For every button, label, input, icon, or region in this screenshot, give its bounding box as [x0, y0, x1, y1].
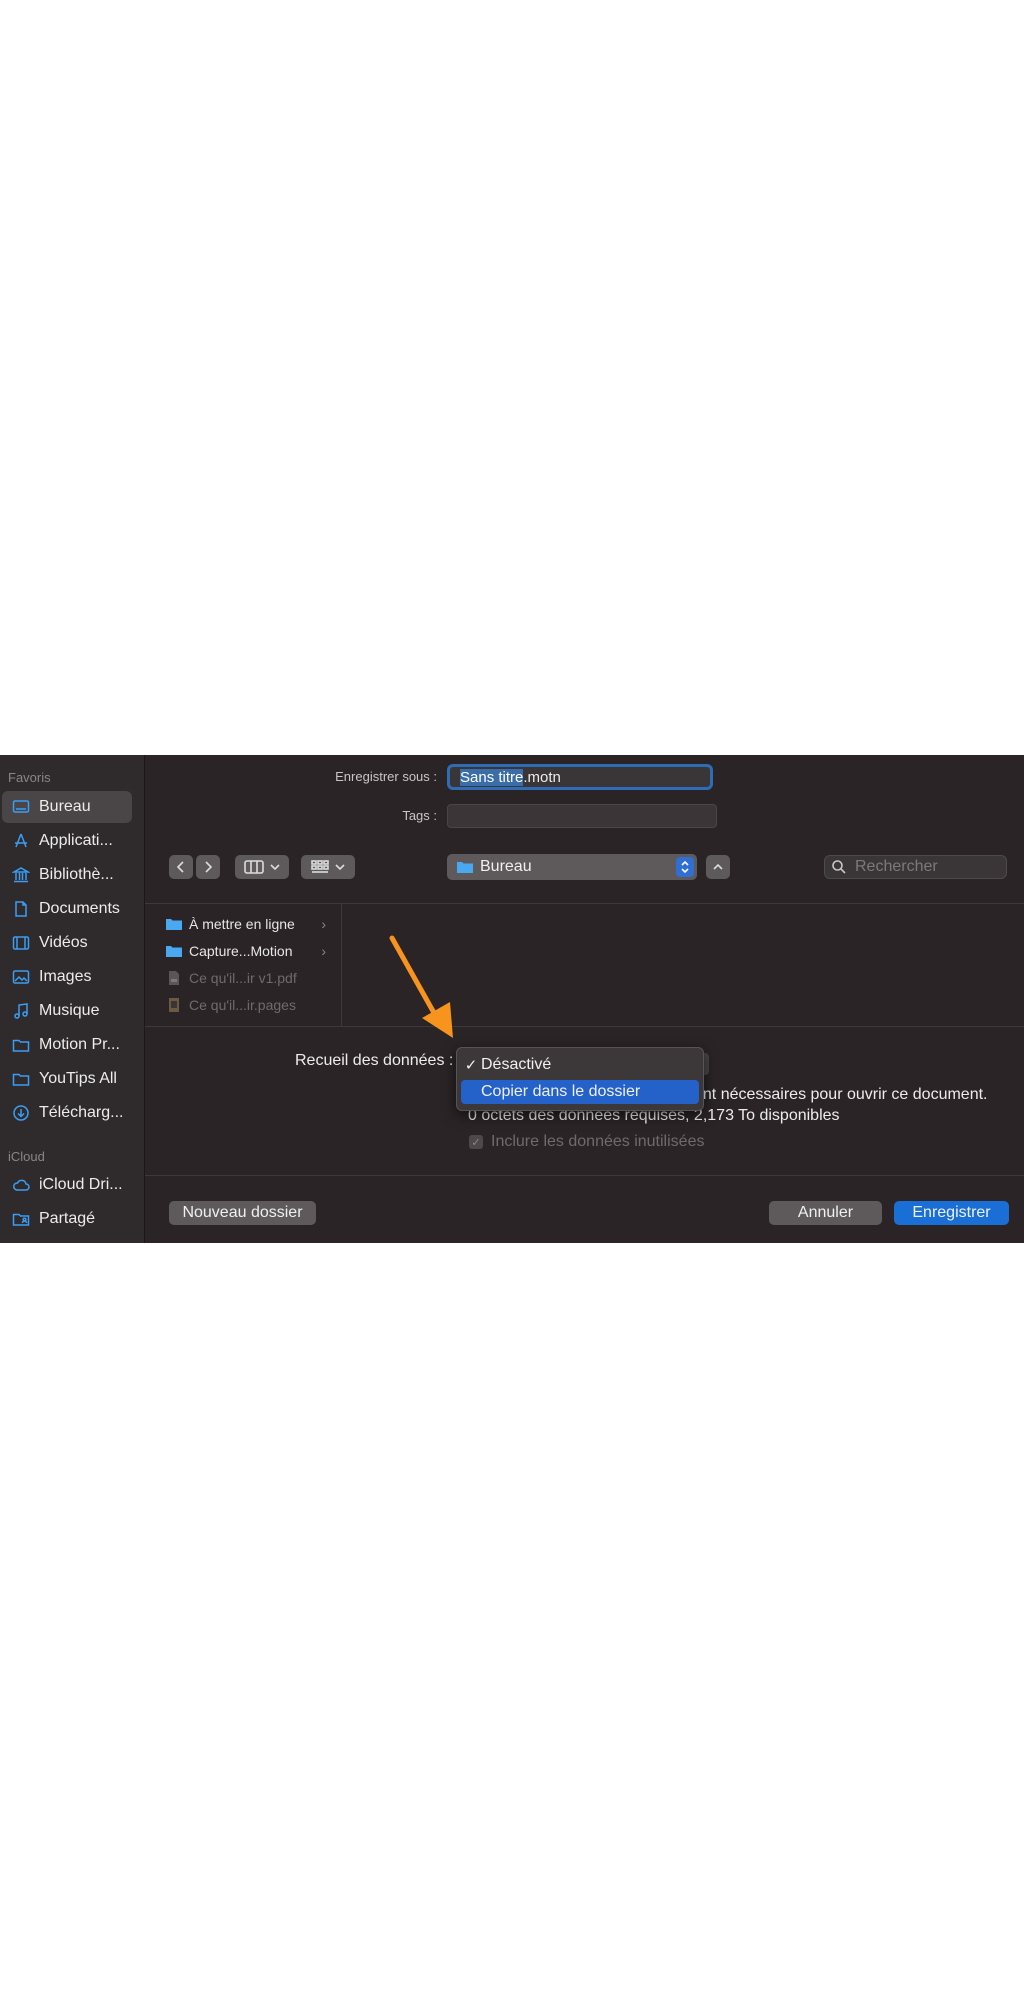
film-icon [11, 933, 31, 953]
sidebar-item-youtips[interactable]: YouTips All [2, 1063, 132, 1095]
sidebar-item-images[interactable]: Images [2, 961, 132, 993]
sidebar-section-icloud: iCloud [8, 1149, 45, 1164]
sidebar-item-music[interactable]: Musique [2, 995, 132, 1027]
sidebar-item-shared[interactable]: Partagé [2, 1203, 132, 1235]
file-name: À mettre en ligne [189, 916, 295, 932]
sidebar-item-label: Applicati... [39, 832, 113, 849]
search-placeholder: Rechercher [855, 858, 938, 875]
file-row-folder[interactable]: À mettre en ligne › [165, 912, 340, 936]
grid-icon [311, 860, 329, 873]
sidebar-item-label: Vidéos [39, 934, 88, 951]
file-name: Capture...Motion [189, 943, 293, 959]
include-unused-label: Inclure les données inutilisées [491, 1133, 705, 1150]
chevron-down-icon [335, 864, 345, 871]
search-field[interactable]: Rechercher [824, 855, 1007, 879]
divider [145, 1175, 1024, 1176]
sidebar-item-label: Motion Pr... [39, 1036, 120, 1053]
divider [145, 903, 1024, 904]
sidebar-item-label: iCloud Dri... [39, 1176, 123, 1193]
sidebar-item-bureau[interactable]: Bureau [2, 791, 132, 823]
collect-data-menu: ✓ Désactivé Copier dans le dossier [456, 1047, 704, 1111]
desktop-icon [11, 797, 31, 817]
file-row-pdf: Ce qu'il...ir v1.pdf [165, 966, 340, 990]
library-icon [11, 865, 31, 885]
sidebar-item-label: Bibliothè... [39, 866, 114, 883]
chevron-right-icon: › [321, 943, 326, 959]
folder-icon [166, 919, 182, 930]
view-columns-button[interactable] [235, 855, 289, 879]
sidebar-item-label: Documents [39, 900, 120, 917]
info-text-line1: ont nécessaires pour ouvrir ce document. [694, 1086, 988, 1103]
cloud-icon [11, 1175, 31, 1195]
menu-item-label: Copier dans le dossier [481, 1083, 641, 1100]
main-panel: Enregistrer sous : Sans titre .motn Tags … [145, 755, 1024, 1243]
folder-icon [11, 1069, 31, 1089]
location-label: Bureau [480, 858, 532, 875]
sidebar-item-downloads[interactable]: Télécharg... [2, 1097, 132, 1129]
file-name: Ce qu'il...ir v1.pdf [189, 970, 297, 986]
applications-icon [11, 831, 31, 851]
column-divider[interactable] [341, 904, 342, 1026]
folder-icon [457, 862, 473, 873]
file-name: Ce qu'il...ir.pages [189, 997, 296, 1013]
sidebar-item-label: Bureau [39, 798, 91, 815]
music-icon [11, 1001, 31, 1021]
pages-file-icon [169, 998, 179, 1012]
sidebar-item-documents[interactable]: Documents [2, 893, 132, 925]
checkmark-icon: ✓ [464, 1057, 478, 1074]
save-as-label: Enregistrer sous : [335, 769, 437, 784]
filename-input[interactable]: Sans titre .motn [447, 764, 713, 790]
folder-icon [11, 1035, 31, 1055]
location-popup[interactable]: Bureau [447, 854, 697, 880]
filename-selected-text: Sans titre [460, 768, 524, 786]
tags-input[interactable] [447, 804, 717, 828]
chevron-down-icon [270, 864, 280, 871]
sidebar-item-motion[interactable]: Motion Pr... [2, 1029, 132, 1061]
expand-collapse-button[interactable] [706, 855, 730, 879]
folder-icon [166, 946, 182, 957]
chevron-right-icon [205, 861, 213, 873]
sidebar-section-favorites: Favoris [8, 770, 51, 785]
download-icon [11, 1103, 31, 1123]
sidebar-item-label: Images [39, 968, 92, 985]
sidebar-item-label: YouTips All [39, 1070, 117, 1087]
photo-icon [11, 967, 31, 987]
checkbox-checked-icon: ✓ [469, 1135, 483, 1149]
sidebar-item-videos[interactable]: Vidéos [2, 927, 132, 959]
filename-extension: .motn [523, 768, 561, 786]
chevron-right-icon: › [321, 916, 326, 932]
chevron-left-icon [176, 861, 184, 873]
chevron-up-icon [713, 863, 723, 870]
pdf-file-icon [169, 971, 179, 985]
file-row-pages: Ce qu'il...ir.pages [165, 993, 340, 1017]
document-icon [11, 899, 31, 919]
tags-label: Tags : [402, 808, 437, 823]
back-button[interactable] [169, 855, 193, 879]
new-folder-button[interactable]: Nouveau dossier [169, 1201, 316, 1225]
columns-view-icon [244, 860, 264, 874]
search-icon [832, 860, 846, 874]
sidebar-item-label: Télécharg... [39, 1104, 124, 1121]
save-button[interactable]: Enregistrer [894, 1201, 1009, 1225]
shared-folder-icon [11, 1209, 31, 1229]
sidebar-item-label: Musique [39, 1002, 100, 1019]
updown-stepper-icon [676, 857, 694, 877]
divider [145, 1026, 1024, 1027]
cancel-button[interactable]: Annuler [769, 1201, 882, 1225]
include-unused-checkbox: ✓ Inclure les données inutilisées [469, 1133, 704, 1151]
menu-item-label: Désactivé [481, 1056, 552, 1073]
sidebar-item-label: Partagé [39, 1210, 96, 1227]
menu-item-desactive[interactable]: ✓ Désactivé [461, 1053, 699, 1077]
orange-arrow-annotation [389, 935, 453, 1038]
sidebar-item-icloud-drive[interactable]: iCloud Dri... [2, 1169, 132, 1201]
save-dialog: Favoris Bureau Applicati... Bibliothè...… [0, 755, 1024, 1243]
collect-data-label: Recueil des données : [295, 1052, 454, 1069]
file-row-folder[interactable]: Capture...Motion › [165, 939, 340, 963]
sidebar: Favoris Bureau Applicati... Bibliothè...… [0, 755, 145, 1243]
sidebar-item-library[interactable]: Bibliothè... [2, 859, 132, 891]
group-button[interactable] [301, 855, 355, 879]
sidebar-item-applications[interactable]: Applicati... [2, 825, 132, 857]
menu-item-copier[interactable]: Copier dans le dossier [461, 1080, 699, 1104]
forward-button[interactable] [196, 855, 220, 879]
